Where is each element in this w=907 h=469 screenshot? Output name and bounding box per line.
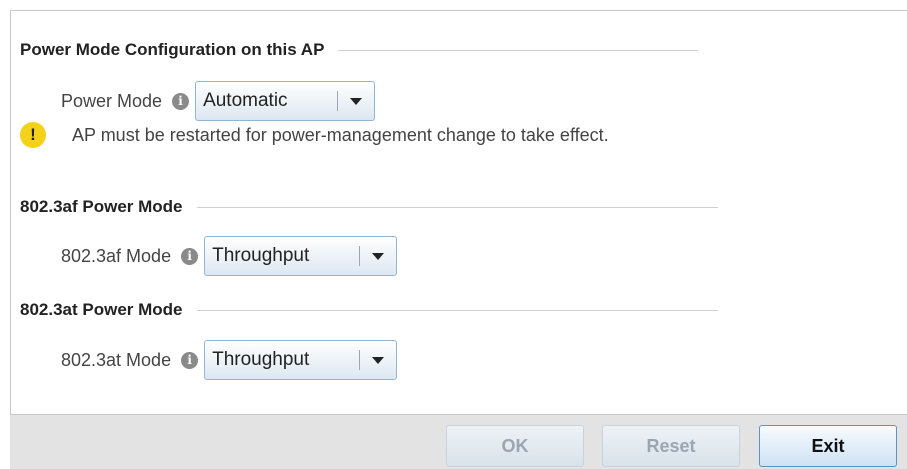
info-icon[interactable]: i	[181, 247, 199, 265]
info-icon[interactable]: i	[181, 351, 199, 369]
power-mode-label: Power Mode	[61, 90, 163, 111]
power-mode-row: Power Mode i Automatic	[61, 81, 376, 121]
at-power-mode-section-header: 802.3at Power Mode	[20, 300, 718, 320]
chevron-down-icon[interactable]	[360, 341, 396, 379]
section-divider	[338, 49, 699, 51]
chevron-down-icon[interactable]	[360, 237, 396, 275]
at-mode-label: 802.3at Mode	[61, 349, 172, 370]
af-power-mode-section-header: 802.3af Power Mode	[20, 197, 718, 217]
power-mode-value: Automatic	[203, 90, 288, 111]
at-mode-select[interactable]: Throughput	[204, 340, 398, 380]
restart-warning: ! AP must be restarted for power-managem…	[20, 122, 609, 148]
warning-text: AP must be restarted for power-managemen…	[72, 124, 609, 145]
at-mode-value: Throughput	[212, 349, 310, 370]
info-icon[interactable]: i	[172, 92, 190, 110]
exit-button[interactable]: Exit	[759, 425, 897, 467]
at-mode-row: 802.3at Mode i Throughput	[61, 340, 398, 380]
af-mode-row: 802.3af Mode i Throughput	[61, 236, 398, 276]
reset-button[interactable]: Reset	[602, 425, 740, 467]
section-divider	[196, 206, 718, 208]
af-mode-value: Throughput	[212, 245, 310, 266]
af-mode-select[interactable]: Throughput	[204, 236, 398, 276]
section-title: 802.3at Power Mode	[20, 300, 183, 319]
section-title: 802.3af Power Mode	[20, 197, 183, 216]
af-mode-label: 802.3af Mode	[61, 245, 172, 266]
chevron-down-icon[interactable]	[338, 82, 374, 120]
power-mode-select[interactable]: Automatic	[195, 81, 376, 121]
power-mode-section-header: Power Mode Configuration on this AP	[20, 40, 699, 60]
section-divider	[196, 309, 718, 311]
warning-icon: !	[20, 122, 46, 148]
dialog-footer: OK Reset Exit	[10, 414, 907, 469]
section-title: Power Mode Configuration on this AP	[20, 40, 325, 59]
ok-button[interactable]: OK	[446, 425, 584, 467]
